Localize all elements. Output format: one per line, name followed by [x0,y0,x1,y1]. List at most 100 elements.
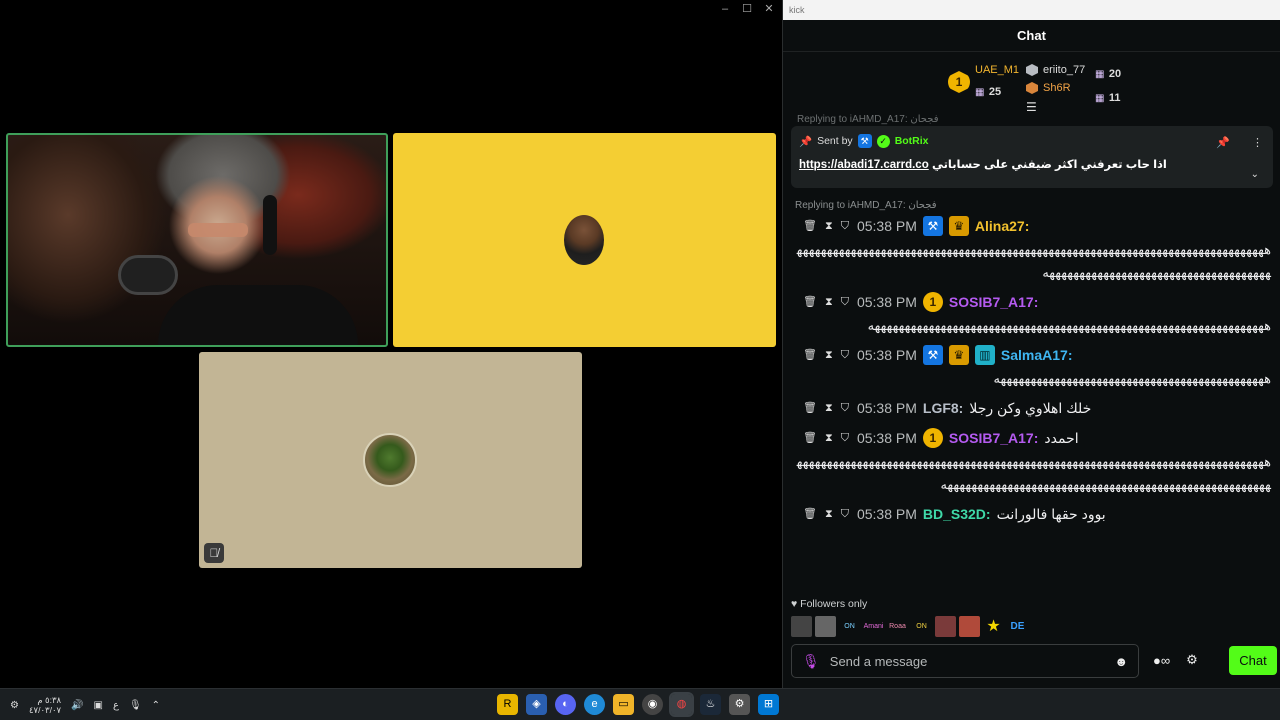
chat-message[interactable]: 🗑 ⧗ ⛉ 05:38 PM LGF8: خلك اهلاوي وكن رجلا [793,396,1271,420]
message-time: 05:38 PM [856,294,917,310]
message-username[interactable]: Alina27: [975,214,1029,238]
chat-message[interactable]: 🗑 ⧗ ⛉ 05:38 PM BD_S32D: بوود حقها فالورانت [793,502,1271,526]
message-input[interactable] [829,653,1105,669]
chevron-down-icon[interactable]: ⌄ [1251,169,1259,180]
windows-icon[interactable]: ⊞ [758,694,779,715]
verified-icon: ✓ [876,134,890,148]
system-tray: ⚙ ٥:٣٨ م ٤٧/٠٣/٠٧ 🔊 ▣ ع 🎙 ⌃ [10,695,160,715]
video-tile-streamer[interactable] [6,133,388,347]
app-icon[interactable]: ◈ [526,694,547,715]
timeout-icon[interactable]: ⧗ [825,290,833,314]
gift-icon: ▦ [975,87,985,98]
steam-icon[interactable]: ♨ [700,694,721,715]
chat-message-list: Replying to iAHMD_A17: فجحان 🗑 ⧗ ⛉ 05:38 P… [793,200,1272,532]
message-username[interactable]: SOSIB7_A17: [949,426,1038,450]
microphone-icon[interactable]: 🎙 [802,653,820,670]
headset [263,195,277,255]
obs-icon[interactable]: ◉ [642,694,663,715]
participant-avatar [363,433,417,487]
close-icon[interactable]: ✕ [760,2,778,16]
chevron-up-icon[interactable]: ⌃ [152,700,160,711]
glasses [188,223,248,237]
collapse-list-icon[interactable]: ☰ [1026,100,1037,114]
delete-icon[interactable]: 🗑 [803,214,817,238]
network-icon[interactable]: ▣ [94,700,103,711]
crown-badge-icon: ♛ [948,345,969,365]
emote-1[interactable] [791,616,812,637]
clock[interactable]: ٥:٣٨ م ٤٧/٠٣/٠٧ [29,695,61,715]
leaderboard-first[interactable]: 1 UAE_M1 ▦ 25 [948,64,1019,100]
emote-7[interactable] [935,616,956,637]
emote-ontop[interactable]: ON TOP [839,616,860,651]
kick-points-icon[interactable]: ●∞ [1153,653,1170,668]
settings-gear-icon[interactable]: ⚙ [1186,652,1198,668]
pinned-sender[interactable]: BotRix [895,135,929,147]
moderator-badge-icon: ⚒ [922,216,943,236]
leaderboard-second-count: 20 [1108,68,1122,80]
delete-icon[interactable]: 🗑 [803,290,817,314]
message-username[interactable]: BD_S32D: [923,502,991,526]
timeout-icon[interactable]: ⧗ [825,343,833,367]
emote-de[interactable]: DE [1007,616,1028,637]
timeout-icon[interactable]: ⧗ [825,396,833,420]
send-chat-button[interactable]: Chat [1229,646,1277,675]
unpin-icon[interactable]: 📌 [1216,136,1230,149]
chat-message[interactable]: 🗑 ⧗ ⛉ 05:38 PM 1 SOSIB7_A17: ههههههههههههه… [793,290,1272,337]
leaderboard-second[interactable]: eriito_77 [1026,64,1085,76]
delete-icon[interactable]: 🗑 [803,502,817,526]
timeout-icon[interactable]: ⧗ [825,214,833,238]
message-username[interactable]: SalmaA17: [1001,343,1073,367]
message-text: بوود حقها فالورانت [996,506,1106,522]
message-username[interactable]: SOSIB7_A17: [949,290,1038,314]
streamer-body [158,285,358,345]
more-options-icon[interactable]: ⋮ [1252,136,1263,149]
input-language[interactable]: ع [113,700,119,711]
ban-icon[interactable]: ⛉ [841,426,849,450]
ban-icon[interactable]: ⛉ [841,214,849,238]
reply-context: Replying to iAHMD_A17: فجحان [795,200,937,211]
tray-settings-icon[interactable]: ⚙ [10,700,19,711]
leaderboard-second-name: eriito_77 [1043,64,1086,76]
message-text-continued: هههههههههههههههههههههههههههههههههههههههه… [796,454,1272,492]
chrome-icon[interactable]: ◍ [669,692,694,717]
delete-icon[interactable]: 🗑 [803,343,817,367]
emote-2[interactable] [815,616,836,637]
emote-roaa[interactable]: Roaa [887,616,908,637]
chat-message[interactable]: 🗑 ⧗ ⛉ 05:38 PM ⚒ ♛ ▥ SalmaA17: ههههههههههه… [793,343,1272,390]
volume-icon[interactable]: 🔊 [71,700,83,711]
video-tile-participant-2[interactable] [393,133,776,347]
minimize-icon[interactable]: – [716,2,734,16]
leaderboard-third[interactable]: Sh6R [1026,82,1085,94]
file-explorer-icon[interactable]: ▭ [613,694,634,715]
ban-icon[interactable]: ⛉ [841,502,849,526]
pinned-link[interactable]: https://abadi17.carrd.co [799,159,929,171]
microphone-tray-icon[interactable]: 🎙 [129,700,142,711]
rank-2-badge-icon [1026,64,1038,76]
ban-icon[interactable]: ⛉ [841,343,849,367]
emoji-icon[interactable]: ☻ [1114,654,1128,669]
message-username[interactable]: LGF8: [923,396,963,420]
clock-date: ٤٧/٠٣/٠٧ [28,705,62,715]
ban-icon[interactable]: ⛉ [841,290,849,314]
ban-icon[interactable]: ⛉ [841,396,849,420]
video-tile-participant-3[interactable]: 🎙̸ [199,352,582,568]
chat-message[interactable]: 🗑 ⧗ ⛉ 05:38 PM ⚒ ♛ Alina27: هههههههههههههه… [793,214,1272,284]
chat-message[interactable]: 🗑 ⧗ ⛉ 05:38 PM 1 SOSIB7_A17: احمدد ههههههه… [793,426,1272,496]
delete-icon[interactable]: 🗑 [803,396,817,420]
leaderboard-first-count: 25 [988,86,1002,98]
emote-ontop-2[interactable]: ON TOP [911,616,932,651]
message-time: 05:38 PM [856,218,917,234]
pinned-message[interactable]: 📌 Sent by ⚒ ✓ BotRix https://abadi17.car… [791,126,1273,188]
timeout-icon[interactable]: ⧗ [825,426,833,450]
delete-icon[interactable]: 🗑 [803,426,817,450]
edge-icon[interactable]: e [584,694,605,715]
rockstar-launcher-icon[interactable]: R [497,694,518,715]
sent-by-label: Sent by [817,135,853,147]
emote-8[interactable] [959,616,980,637]
emote-amani[interactable]: Amani [863,616,884,637]
maximize-icon[interactable]: ☐ [738,2,756,16]
settings-icon[interactable]: ⚙ [729,694,750,715]
timeout-icon[interactable]: ⧗ [825,502,833,526]
discord-icon[interactable]: ◐ [555,694,576,715]
emote-star[interactable]: ★ [983,616,1004,637]
